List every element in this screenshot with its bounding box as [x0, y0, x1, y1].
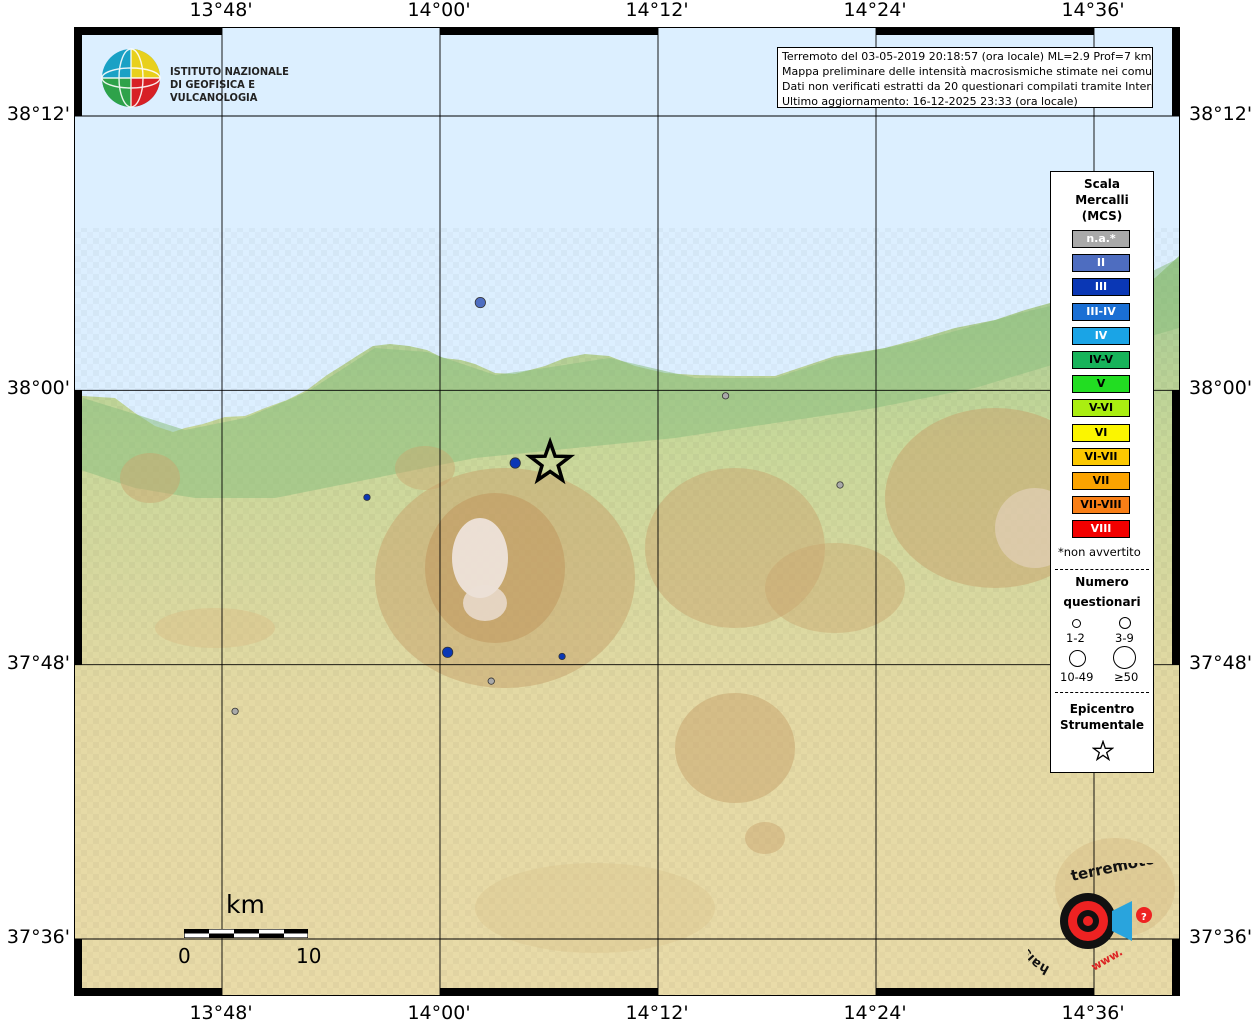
legend-swatch: III	[1072, 278, 1130, 297]
size-label-4: ≥50	[1114, 670, 1139, 684]
frame-tick	[440, 988, 658, 995]
legend-title-2: Mercalli	[1075, 193, 1129, 207]
logo-line2: DI GEOFISICA E VULCANOLOGIA	[170, 78, 258, 104]
size-circle-medium	[1119, 617, 1131, 629]
lat-label-left: 37°48'	[6, 651, 70, 674]
lon-label-bottom: 14°36'	[1061, 1002, 1125, 1024]
questionnaires-title-1: Numero	[1075, 575, 1129, 589]
size-label-1: 1-2	[1066, 631, 1085, 645]
frame-tick	[1172, 939, 1179, 995]
epicenter-title-1: Epicentro	[1069, 702, 1135, 716]
legend-separator-2	[1055, 692, 1149, 693]
size-label-2: 3-9	[1115, 631, 1134, 645]
globe-icon	[101, 48, 161, 108]
map-frame[interactable]	[74, 27, 1180, 996]
lon-label-top: 14°36'	[1061, 0, 1125, 21]
intensity-point[interactable]	[363, 493, 371, 501]
info-line-1: Terremoto del 03-05-2019 20:18:57 (ora l…	[782, 50, 1152, 63]
lon-label-top: 14°00'	[407, 0, 471, 21]
legend-swatch: IV-V	[1072, 351, 1130, 369]
intensity-point[interactable]	[721, 392, 730, 400]
lat-label-left: 38°00'	[6, 377, 70, 400]
legend-swatch: IV	[1072, 326, 1130, 345]
legend-swatch: VII-VIII	[1072, 496, 1130, 515]
ingv-logo: ISTITUTO NAZIONALE DI GEOFISICA E VULCAN…	[100, 47, 320, 111]
svg-text:?: ?	[1141, 912, 1147, 923]
lon-label-top: 13°48'	[189, 0, 253, 21]
lat-label-right: 37°36'	[1189, 926, 1253, 948]
frame-tick	[876, 988, 1094, 995]
legend-separator	[1055, 569, 1149, 570]
size-circle-small	[1072, 619, 1081, 628]
lat-label-right: 38°00'	[1189, 377, 1253, 400]
legend-swatch: VI-VII	[1072, 447, 1130, 466]
svg-text:terremoto.it: terremoto.it	[1069, 863, 1158, 885]
lat-label-right: 37°48'	[1189, 651, 1253, 674]
scale-max: 10	[296, 944, 322, 968]
epicenter-legend-star-icon	[1092, 740, 1114, 762]
size-circle-xlarge	[1113, 646, 1136, 669]
frame-tick	[1172, 390, 1179, 665]
info-line-3: Dati non verificati estratti da 20 quest…	[782, 80, 1153, 93]
legend-swatch: III-IV	[1072, 302, 1130, 321]
mcs-legend: Scala Mercalli (MCS) *non avvertito Nume…	[1050, 171, 1154, 773]
lon-label-top: 14°24'	[843, 0, 907, 21]
lon-label-bottom: 14°00'	[407, 1002, 471, 1024]
legend-title-1: Scala	[1083, 177, 1121, 191]
lat-label-right: 38°12'	[1189, 103, 1253, 125]
scale-min: 0	[178, 944, 191, 968]
questionnaires-title-2: questionari	[1063, 595, 1141, 609]
epicenter-title-2: Strumentale	[1059, 718, 1145, 732]
legend-swatch: II	[1072, 254, 1130, 273]
legend-swatch: V-VI	[1072, 399, 1130, 418]
map-canvas[interactable]	[75, 28, 1179, 995]
size-circle-large	[1069, 650, 1086, 667]
intensity-point[interactable]	[509, 457, 521, 469]
frame-tick	[75, 988, 222, 995]
info-line-4: Ultimo aggiornamento: 16-12-2025 23:33 (…	[782, 95, 1078, 108]
size-label-3: 10-49	[1060, 670, 1094, 684]
frame-tick	[75, 28, 222, 35]
legend-swatch: VI	[1072, 423, 1130, 442]
intensity-point[interactable]	[836, 481, 844, 489]
svg-text:www.: www.	[1089, 945, 1125, 973]
lat-label-left: 37°36'	[6, 926, 70, 948]
lat-label-left: 38°12'	[6, 103, 70, 125]
not-felt-note: *non avvertito	[1058, 545, 1141, 559]
info-line-2: Mappa preliminare delle intensità macros…	[782, 65, 1153, 78]
frame-tick	[440, 28, 658, 35]
intensity-point[interactable]	[442, 646, 454, 658]
scale-unit: km	[226, 890, 265, 919]
frame-tick	[75, 28, 82, 116]
legend-swatch: VIII	[1072, 520, 1130, 539]
frame-tick	[75, 939, 82, 995]
event-info-box: Terremoto del 03-05-2019 20:18:57 (ora l…	[777, 47, 1153, 108]
lon-label-bottom: 14°24'	[843, 1002, 907, 1024]
legend-title-3: (MCS)	[1081, 209, 1123, 223]
frame-tick	[876, 28, 1094, 35]
frame-tick	[75, 390, 82, 665]
intensity-point[interactable]	[558, 652, 566, 661]
legend-swatch: n.a.*	[1072, 230, 1130, 248]
frame-tick	[1172, 28, 1179, 116]
intensity-point[interactable]	[231, 707, 239, 715]
svg-text:haisentito: haisentito	[1028, 902, 1052, 977]
legend-swatch: V	[1072, 375, 1130, 394]
scale-bar	[184, 929, 308, 938]
logo-line1: ISTITUTO NAZIONALE	[170, 65, 289, 78]
haisentito-logo: ? haisentito terremoto.it www.	[1028, 863, 1158, 977]
legend-swatch: VII	[1072, 472, 1130, 490]
intensity-point[interactable]	[487, 677, 495, 685]
lon-label-bottom: 14°12'	[625, 1002, 689, 1024]
lon-label-top: 14°12'	[625, 0, 689, 21]
lon-label-bottom: 13°48'	[189, 1002, 253, 1024]
intensity-point[interactable]	[474, 296, 486, 309]
